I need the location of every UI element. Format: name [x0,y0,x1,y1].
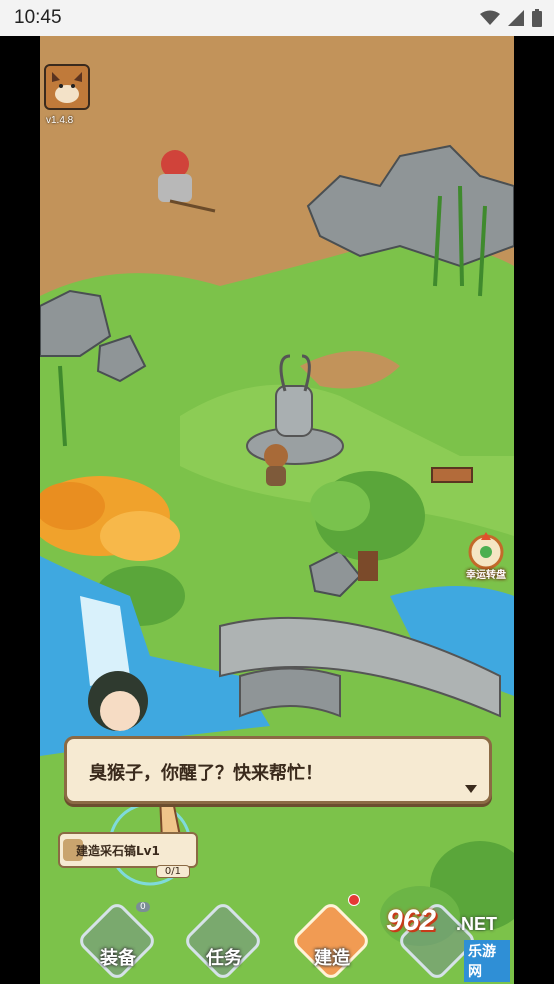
letterbox-right [514,36,554,984]
tiger-face-icon [46,66,88,108]
build-notification-dot [348,894,360,906]
lucky-wheel-icon [468,532,504,570]
wooden-table [431,467,473,483]
lucky-wheel-button[interactable]: 幸运转盘 [458,530,514,586]
player-avatar[interactable] [44,64,90,110]
status-icons [480,9,542,27]
tasks-label: 任务 [206,948,242,969]
battery-icon [532,9,542,27]
quest-tracker[interactable]: 建造采石镐Lv1 0/1 [58,832,198,878]
build-label: 建造 [314,948,350,969]
quest-progress: 0/1 [155,865,190,878]
watermark-number: 962 [386,904,437,937]
cell-signal-icon [508,10,524,26]
build-button[interactable]: 建造 [289,894,373,983]
equipment-badge: 0 [136,902,150,912]
game-viewport[interactable]: v1.4.8 幸运转盘 臭猴子，你醒了？快来帮忙！ 建造采石镐Lv1 0/1 装… [40,36,514,984]
site-watermark: 962 .NET 乐游网 [380,900,510,982]
dialog-box[interactable]: 臭猴子，你醒了？快来帮忙！ [64,736,492,804]
quest-title: 建造采石镐Lv1 [76,844,160,858]
letterbox-left [0,36,40,984]
tasks-button[interactable]: 任务 [181,899,265,983]
status-time: 10:45 [14,7,62,28]
watermark-site-name: 乐游网 [464,940,510,982]
status-bar: 10:45 [0,0,554,36]
dialog-text: 臭猴子，你醒了？快来帮忙！ [89,763,323,784]
version-label: v1.4.8 [46,115,74,126]
dialog-continue-icon [465,785,477,793]
equipment-label: 装备 [100,948,136,969]
equipment-button[interactable]: 装备 0 [75,899,159,983]
wifi-icon [480,10,500,25]
lucky-wheel-label: 幸运转盘 [466,570,506,581]
watermark-suffix: .NET [456,914,498,934]
